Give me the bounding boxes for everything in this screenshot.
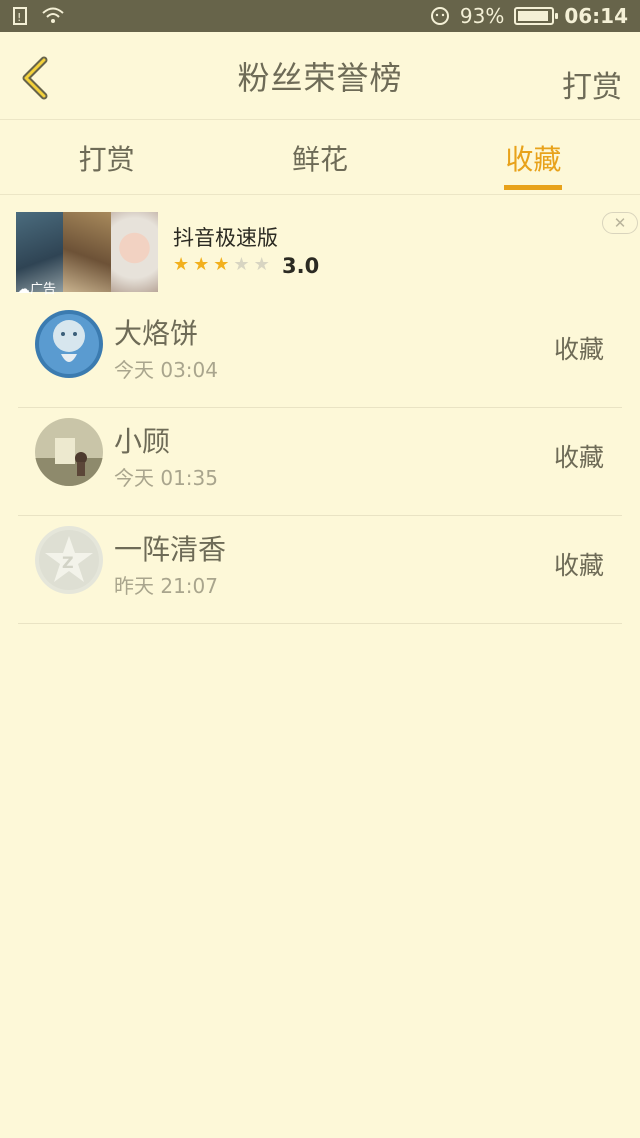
fan-name: 一阵清香 bbox=[114, 533, 227, 566]
favorite-button[interactable]: 收藏 bbox=[554, 438, 604, 474]
ad-rating-stars: ★ ★ ★ ★ ★ bbox=[173, 256, 270, 274]
page-title: 粉丝荣誉榜 bbox=[237, 58, 403, 97]
battery-icon bbox=[514, 7, 559, 25]
svg-text:Z: Z bbox=[62, 553, 74, 572]
reward-button[interactable]: 打赏 bbox=[562, 62, 622, 106]
close-icon[interactable]: ✕ bbox=[602, 212, 638, 234]
avatar bbox=[35, 310, 103, 378]
star-icon: ★ bbox=[253, 254, 270, 275]
tab-bar: 打赏 鲜花 收藏 bbox=[0, 121, 640, 195]
fan-time: 今天 01:35 bbox=[114, 466, 218, 490]
tab-flowers[interactable]: 鲜花 bbox=[213, 121, 426, 194]
tab-favorites[interactable]: 收藏 bbox=[427, 121, 640, 194]
battery-percent: 93% bbox=[459, 4, 505, 28]
tab-label: 打赏 bbox=[78, 142, 135, 176]
title-bar: 粉丝荣誉榜 打赏 bbox=[0, 32, 640, 120]
tab-reward[interactable]: 打赏 bbox=[0, 121, 213, 194]
status-bar: ! 93% 06:14 bbox=[0, 0, 640, 32]
clock: 06:14 bbox=[564, 4, 628, 28]
avatar: Z bbox=[35, 526, 103, 594]
fans-list: 大烙饼 今天 03:04 收藏 小顾 今天 01:35 收藏 Z 一阵清香 昨天… bbox=[18, 300, 622, 624]
ad-label: ☁广告 bbox=[17, 282, 57, 297]
star-icon: ★ bbox=[233, 254, 250, 275]
star-icon: ★ bbox=[213, 254, 230, 275]
tab-label: 鲜花 bbox=[291, 142, 348, 176]
star-icon: ★ bbox=[193, 254, 210, 275]
fan-name: 大烙饼 bbox=[114, 317, 199, 350]
ad-banner[interactable]: ☁广告 抖音极速版 ★ ★ ★ ★ ★ 3.0 ✕ bbox=[0, 196, 640, 300]
back-button[interactable] bbox=[14, 56, 54, 100]
list-item[interactable]: 大烙饼 今天 03:04 收藏 bbox=[18, 300, 622, 408]
ad-rating-value: 3.0 bbox=[282, 254, 320, 278]
chevron-left-icon bbox=[22, 56, 48, 100]
fan-time: 今天 03:04 bbox=[114, 358, 218, 382]
emoji-status-icon bbox=[430, 6, 450, 26]
tab-label: 收藏 bbox=[505, 142, 562, 176]
fan-name: 小顾 bbox=[114, 425, 171, 458]
avatar bbox=[35, 418, 103, 486]
ad-app-name: 抖音极速版 bbox=[173, 226, 278, 250]
favorite-button[interactable]: 收藏 bbox=[554, 330, 604, 366]
wifi-icon bbox=[42, 6, 64, 26]
list-item[interactable]: 小顾 今天 01:35 收藏 bbox=[18, 408, 622, 516]
fan-time: 昨天 21:07 bbox=[114, 574, 218, 598]
active-tab-indicator bbox=[504, 185, 563, 190]
notification-icon: ! bbox=[12, 6, 32, 26]
svg-text:!: ! bbox=[17, 11, 21, 24]
favorite-button[interactable]: 收藏 bbox=[554, 546, 604, 582]
list-item[interactable]: Z 一阵清香 昨天 21:07 收藏 bbox=[18, 516, 622, 624]
star-icon: ★ bbox=[173, 254, 190, 275]
